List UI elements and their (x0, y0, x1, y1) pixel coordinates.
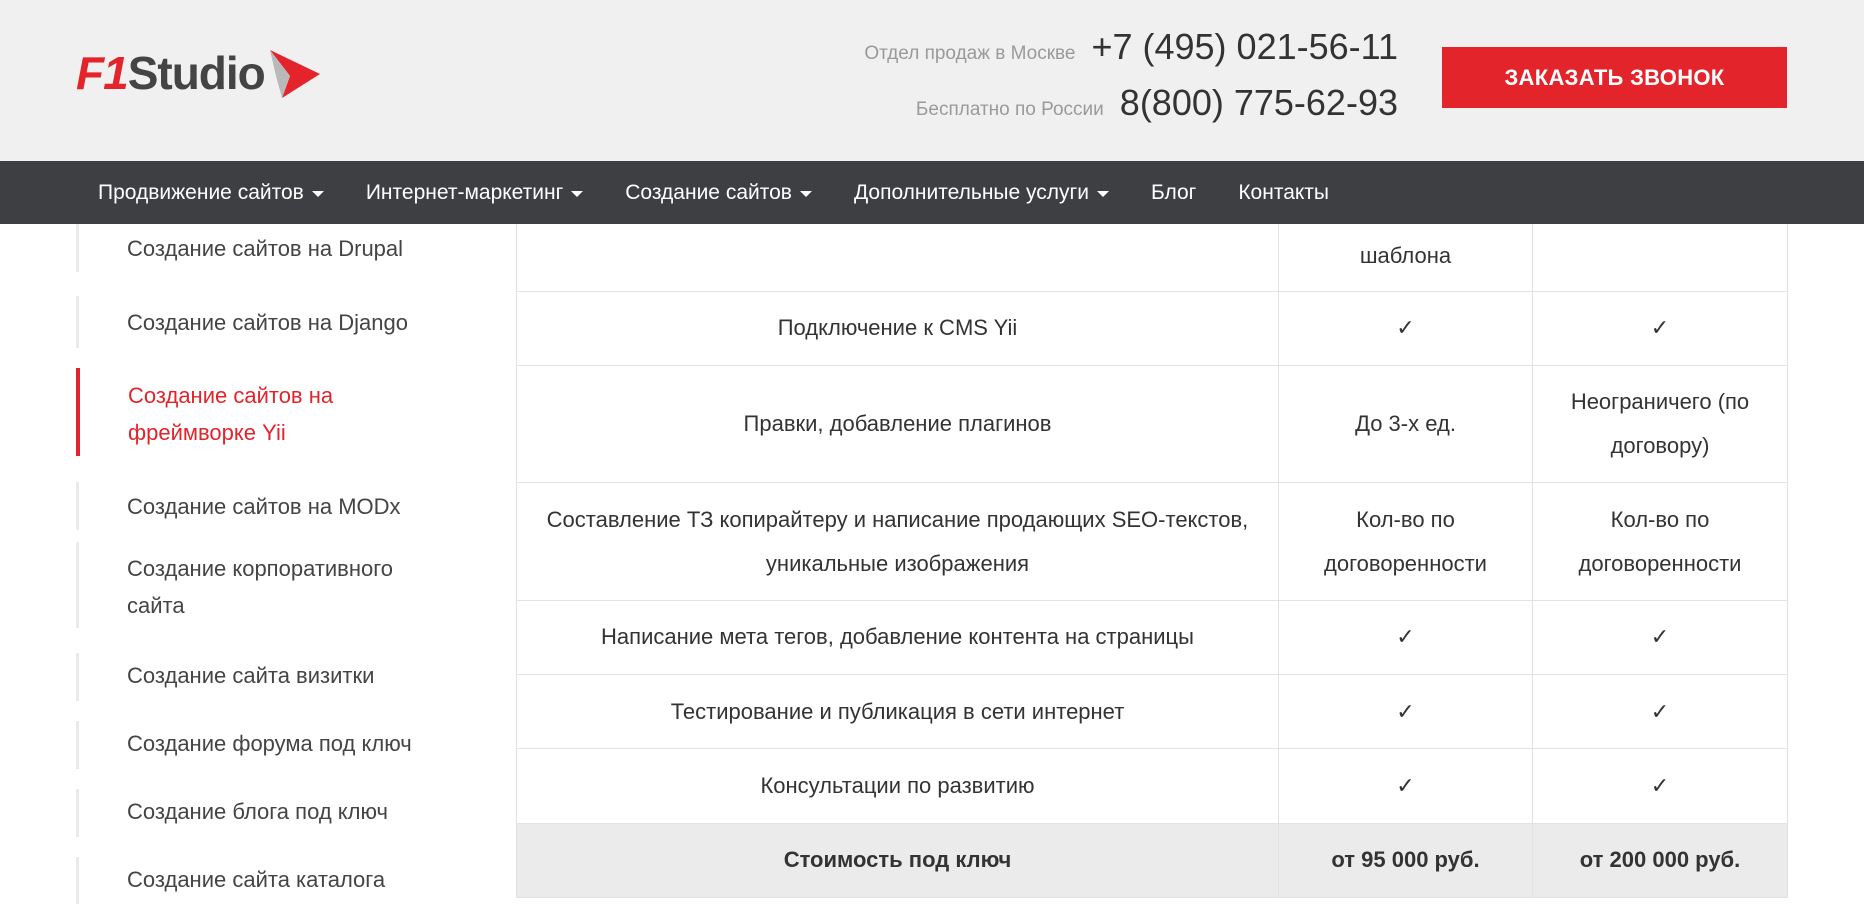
value-cell: Кол-во по договоренности (1532, 482, 1788, 601)
logo-studio: Studio (127, 47, 266, 99)
logo-arrow-icon (270, 50, 320, 98)
table-row: Тестирование и публикация в сети интерне… (516, 674, 1788, 750)
caret-down-icon (571, 190, 584, 197)
value-cell: Неограничего (по договору) (1532, 364, 1788, 484)
nav-item-contacts[interactable]: Контакты (1238, 181, 1329, 205)
phone-number[interactable]: +7 (495) 021-56-11 (1091, 26, 1398, 68)
total-row: Стоимость под ключ от 95 000 руб. от 200… (516, 822, 1788, 899)
logo-text: F1Studio (76, 47, 266, 99)
nav-item-web-dev[interactable]: Создание сайтов (625, 181, 812, 205)
table-row: Правки, добавление плагинов До 3-х ед. Н… (516, 364, 1788, 484)
nav-item-label: Интернет-маркетинг (365, 180, 564, 204)
value-cell: шаблона (1278, 224, 1533, 292)
nav-item-label: Создание сайтов (625, 180, 792, 204)
nav-item-label: Дополнительные услуги (853, 180, 1089, 204)
feature-cell: Правки, добавление плагинов (516, 364, 1279, 484)
total-price: от 95 000 руб. (1278, 822, 1533, 899)
contact-russia: Бесплатно по России 8(800) 775-62-93 (864, 82, 1398, 138)
total-price: от 200 000 руб. (1532, 822, 1788, 899)
sidebar-item-modx[interactable]: Создание сайтов на MODx (76, 482, 456, 530)
feature-cell: Консультации по развитию (516, 748, 1279, 824)
table-row: Составление ТЗ копирайтеру и написание п… (516, 482, 1788, 601)
caret-down-icon (311, 190, 324, 197)
value-cell: До 3-х ед. (1278, 364, 1533, 484)
sidebar-item-blog[interactable]: Создание блога под ключ (76, 789, 456, 837)
contact-label: Отдел продаж в Москве (864, 43, 1076, 64)
contacts-block: Отдел продаж в Москве +7 (495) 021-56-11… (864, 26, 1398, 138)
checkmark-icon: ✓ (1532, 290, 1788, 367)
sidebar-item-catalog[interactable]: Создание сайта каталога (76, 857, 456, 904)
feature-cell: Тестирование и публикация в сети интерне… (516, 674, 1279, 750)
total-label: Стоимость под ключ (516, 822, 1279, 899)
f1studio-logo[interactable]: F1Studio (76, 44, 321, 104)
nav-item-marketing[interactable]: Интернет-маркетинг (365, 180, 584, 205)
checkmark-icon: ✓ (1532, 599, 1788, 676)
checkmark-icon: ✓ (1278, 599, 1533, 676)
nav-item-blog[interactable]: Блог (1151, 181, 1196, 205)
feature-cell: Написание мета тегов, добавление контент… (516, 599, 1279, 676)
sidebar-menu: Создание сайтов на Drupal Создание сайто… (76, 224, 476, 904)
table-row: Подключение к CMS Yii ✓ ✓ (516, 290, 1788, 367)
feature-cell: Составление ТЗ копирайтеру и написание п… (516, 482, 1279, 601)
table-row: Написание мета тегов, добавление контент… (516, 599, 1788, 676)
checkmark-icon: ✓ (1278, 290, 1533, 367)
nav-item-label: Продвижение сайтов (98, 180, 304, 204)
table-row: шаблона (516, 224, 1788, 292)
order-call-button[interactable]: ЗАКАЗАТЬ ЗВОНОК (1442, 47, 1787, 108)
value-cell (1532, 224, 1788, 292)
phone-number[interactable]: 8(800) 775-62-93 (1120, 82, 1398, 124)
sidebar-item-corporate[interactable]: Создание корпоративного сайта (76, 542, 456, 628)
sidebar-item-business-card[interactable]: Создание сайта визитки (76, 653, 456, 701)
nav-item-extra-services[interactable]: Дополнительные услуги (854, 181, 1109, 205)
sidebar-item-django[interactable]: Создание сайтов на Django (76, 296, 456, 348)
value-cell: Кол-во по договоренности (1278, 482, 1533, 601)
checkmark-icon: ✓ (1278, 674, 1533, 750)
nav-item-seo[interactable]: Продвижение сайтов (98, 181, 324, 205)
pricing-table: шаблона Подключение к CMS Yii ✓ ✓ Правки… (516, 224, 1788, 899)
contact-moscow: Отдел продаж в Москве +7 (495) 021-56-11 (864, 26, 1398, 82)
caret-down-icon (1096, 190, 1109, 197)
contact-label: Бесплатно по России (915, 99, 1104, 120)
checkmark-icon: ✓ (1278, 748, 1533, 824)
checkmark-icon: ✓ (1532, 748, 1788, 824)
nav-item-label: Контакты (1238, 180, 1330, 204)
caret-down-icon (799, 190, 812, 197)
logo-f1: F1 (76, 47, 129, 99)
table-row: Консультации по развитию ✓ ✓ (516, 748, 1788, 824)
feature-cell: Подключение к CMS Yii (516, 290, 1279, 367)
feature-cell (516, 224, 1279, 292)
sidebar-item-yii[interactable]: Создание сайтов на фреймворке Yii (76, 368, 456, 456)
main-nav: Продвижение сайтов Интернет-маркетинг Со… (0, 161, 1864, 224)
site-header: F1Studio Отдел продаж в Москве +7 (495) … (0, 0, 1864, 161)
sidebar-item-drupal[interactable]: Создание сайтов на Drupal (76, 224, 456, 272)
checkmark-icon: ✓ (1532, 674, 1788, 750)
nav-item-label: Блог (1150, 180, 1197, 204)
sidebar-item-forum[interactable]: Создание форума под ключ (76, 721, 456, 769)
